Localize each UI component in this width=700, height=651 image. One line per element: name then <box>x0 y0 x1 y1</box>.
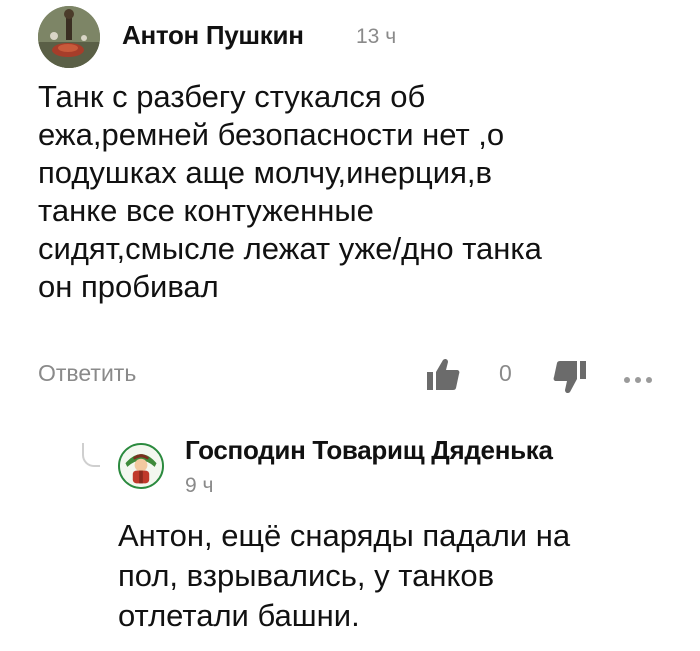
like-button[interactable] <box>425 356 461 392</box>
reply-text: Антон, ещё снаряды падали на пол, взрыва… <box>118 518 571 633</box>
thread-connector <box>82 443 100 467</box>
more-dots-icon <box>646 377 652 383</box>
more-dots-icon <box>624 377 630 383</box>
reply-author[interactable]: Господин Товарищ Дяденька <box>185 435 553 466</box>
more-options-button[interactable] <box>624 370 664 383</box>
user-avatar-photo-icon <box>38 6 100 68</box>
dislike-button[interactable] <box>552 359 588 397</box>
comment-text: Танк с разбегу стукался об ежа,ремней бе… <box>38 79 542 304</box>
score-count: 0 <box>499 360 512 386</box>
avatar[interactable] <box>38 6 100 68</box>
more-dots-icon <box>635 377 641 383</box>
reply-button[interactable]: Ответить <box>38 360 136 387</box>
thumbs-up-icon <box>427 358 460 390</box>
reply-avatar[interactable] <box>118 443 164 489</box>
user-avatar-illustration-icon <box>120 445 162 487</box>
comment-actions: Ответить 0 <box>38 356 688 396</box>
comment-timestamp: 13 ч <box>356 25 397 48</box>
comment-author[interactable]: Антон Пушкин <box>122 20 304 51</box>
thumbs-down-icon <box>553 361 586 394</box>
reply-timestamp: 9 ч <box>185 474 214 497</box>
